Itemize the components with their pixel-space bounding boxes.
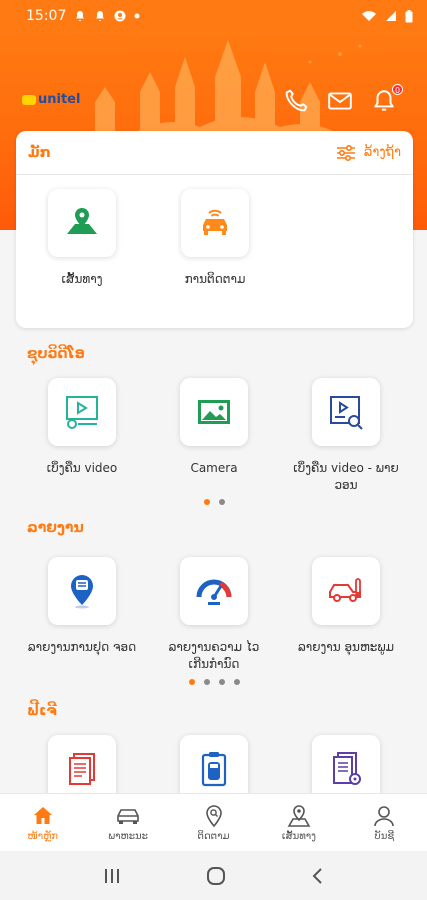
pagination-dot-active[interactable] [189,679,195,685]
unitel-logo: unitel [22,92,80,107]
tile-icon-box [181,189,249,257]
user-icon [374,805,395,826]
tile-icon-box [312,378,380,446]
nav-item-account[interactable]: ບັນຊີ [342,794,427,851]
video-playback-icon [66,396,98,429]
pagination-dot[interactable] [204,679,210,685]
pagination-dot[interactable] [219,679,225,685]
pagination-dot[interactable] [219,499,225,505]
message-button[interactable] [327,88,353,114]
tile-icon-box [180,557,248,625]
home-circle-icon[interactable] [206,866,226,886]
parking-report-tile[interactable]: ລາຍງານການຢຸດ ຈອດ [27,557,137,656]
logo-mark [22,94,36,105]
nav-item-routes[interactable]: ເສັ້ນທາງ [256,794,341,851]
notification-bell-icon [96,11,105,21]
favorites-title: ມັກ [28,144,51,161]
nav-item-home[interactable]: ໜ້າຫຼັກ [0,794,85,851]
tile-icon-box [48,557,116,625]
notification-button[interactable]: 0 [371,84,403,114]
reports-pagination-dots [189,679,240,685]
tile-label: ການຕິດຕາມ [184,272,246,286]
video-pagination-dots [204,499,225,505]
tile-label: ລາຍງານຄວາມ ໄວເກີນກຳນົດ [168,640,260,671]
notification-bell-icon [76,11,85,21]
speedometer-icon [196,579,232,605]
tile-label: ເບິ່ງຄືນ video [46,461,118,475]
status-time: 15:07 [26,8,67,24]
home-icon [33,806,52,824]
map-route-icon [67,208,97,234]
pagination-dot-active[interactable] [204,499,210,505]
favorite-tracking-tile[interactable]: ການຕິດຕາມ [160,189,270,288]
location-search-icon [205,804,222,827]
temperature-report-tile[interactable]: ລາຍງານ ອຸນຫະພູມ [291,557,401,656]
nav-label: ຕິດຕາມ [197,830,230,842]
route-icon [287,804,311,827]
section-title-reports: ລາຍງານ [27,520,84,536]
documents-icon [69,753,95,785]
nav-item-tracking[interactable]: ຕິດຕາມ [171,794,256,851]
edit-favorites-label: ລ້າງຖ້າ [363,145,401,160]
recent-apps-icon[interactable] [102,867,122,885]
battery-icon [405,9,413,22]
notification-badge: 0 [392,84,403,95]
image-icon [198,400,230,424]
car-temperature-icon [329,578,361,602]
wifi-icon [362,11,376,21]
car-clipboard-icon [201,752,227,787]
nav-label: ໜ້າຫຼັກ [27,830,58,842]
dot-icon [134,13,140,19]
bottom-navigation: ໜ້າຫຼັກ ພາຫະນະ ຕິດຕາມ ເສັ້ນທາງ ບັນຊີ [0,793,427,851]
status-bar: 15:07 [0,0,427,32]
favorite-route-tile[interactable]: ເສັ້ນທາງ [27,189,137,288]
section-title-video: ຊຸບວິດີໂອ [27,346,85,362]
speeding-report-tile[interactable]: ລາຍງານຄວາມ ໄວເກີນກຳນົດ [159,557,269,673]
tile-label: Camera [190,461,238,475]
nav-item-vehicles[interactable]: ພາຫະນະ [85,794,170,851]
sliders-icon [336,144,355,161]
parking-pin-icon [71,575,93,609]
video-search-icon [330,396,363,430]
edit-favorites-button[interactable]: ລ້າງຖ້າ [336,144,401,162]
nav-label: ພາຫະນະ [108,830,148,842]
temple-skyline-illustration [95,40,362,142]
logo-text: unitel [38,92,81,107]
tile-icon-box [312,557,380,625]
phone-button[interactable] [283,88,309,114]
camera-tile[interactable]: Camera [159,378,269,477]
car-tracking-icon [203,209,227,235]
tile-icon-box [180,378,248,446]
car-icon [117,808,139,824]
phone-icon [285,89,308,112]
pagination-dot[interactable] [234,679,240,685]
signal-icon [386,11,396,21]
tile-label: ລາຍງານ ອຸນຫະພູມ [297,640,395,654]
video-playback-tile[interactable]: ເບິ່ງຄືນ video [27,378,137,477]
system-navigation-bar [0,851,427,900]
back-icon[interactable] [311,867,325,885]
video-search-tile[interactable]: ເບິ່ງຄືນ video - ພາຍວອນ [291,378,401,494]
favorites-card: ມັກ ລ້າງຖ້າ ເສັ້ນທາງ ການຕິດຕາມ [16,131,413,328]
tile-label: ເສັ້ນທາງ [61,272,103,286]
tile-label: ລາຍງານການຢຸດ ຈອດ [27,640,137,654]
mail-icon [328,92,352,110]
nav-label: ເສັ້ນທາງ [281,830,316,842]
nav-label: ບັນຊີ [374,830,395,842]
document-settings-icon [333,752,361,785]
tile-label: ເບິ່ງຄືນ video - ພາຍວອນ [293,461,399,492]
favorites-header: ມັກ ລ້າງຖ້າ [16,131,413,175]
tile-icon-box [48,378,116,446]
tile-icon-box [48,189,116,257]
section-title-features: ຟີເຈີ [27,703,57,719]
account-circle-icon [114,10,126,22]
